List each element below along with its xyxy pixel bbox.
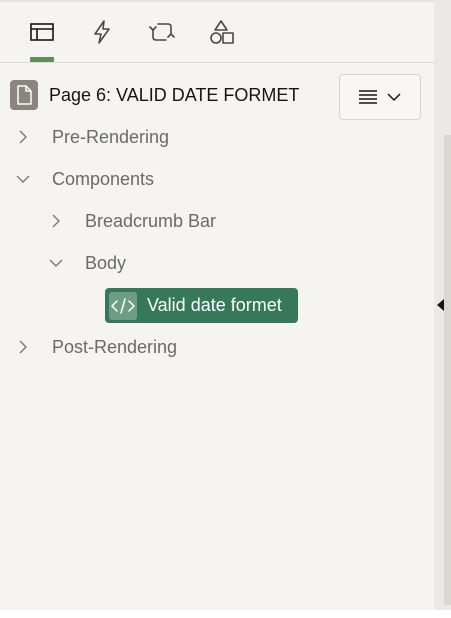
menu-lines-icon [359, 90, 377, 104]
tab-processing[interactable] [146, 16, 178, 48]
page-title: Page 6: VALID DATE FORMET [49, 84, 300, 105]
tree-node-label: Post-Rendering [52, 336, 178, 357]
tab-dynamic-actions[interactable] [86, 16, 118, 48]
chevron-down-icon[interactable] [43, 250, 69, 276]
tree-node-label: Pre-Rendering [52, 126, 170, 147]
tree-node-label: Valid date formet [147, 295, 282, 315]
bottom-edge [0, 610, 451, 618]
tree-node-pre-rendering[interactable]: Pre-Rendering [10, 122, 169, 152]
code-icon [109, 291, 137, 320]
rendering-tree-icon [30, 23, 54, 41]
page-header[interactable]: Page 6: VALID DATE FORMET [10, 80, 299, 110]
tab-rendering[interactable] [26, 16, 58, 48]
active-tab-indicator [30, 57, 54, 62]
refresh-cycle-icon [149, 23, 175, 41]
lightning-icon [94, 20, 110, 44]
tree-node-valid-date-formet[interactable]: Valid date formet [105, 288, 298, 323]
chevron-right-icon[interactable] [43, 208, 69, 234]
chevron-down-icon[interactable] [10, 166, 36, 192]
chevron-right-icon[interactable] [10, 124, 36, 150]
tab-shared-components[interactable] [206, 16, 238, 48]
collapse-arrow-icon[interactable] [437, 299, 444, 311]
chevron-down-icon [387, 93, 401, 102]
tree-node-components[interactable]: Components [10, 164, 154, 194]
tree-node-label: Breadcrumb Bar [85, 210, 217, 231]
scrollbar-thumb[interactable] [444, 135, 451, 605]
tree-node-label: Body [85, 252, 127, 273]
tree-node-breadcrumb-bar[interactable]: Breadcrumb Bar [43, 206, 216, 236]
tree-node-post-rendering[interactable]: Post-Rendering [10, 332, 177, 362]
shapes-icon [210, 20, 234, 44]
tab-bar [0, 2, 434, 63]
tree-node-label: Components [52, 168, 155, 189]
page-icon [10, 80, 38, 110]
tree-node-body[interactable]: Body [43, 248, 126, 278]
chevron-right-icon[interactable] [10, 334, 36, 360]
tree-menu-button[interactable] [339, 74, 421, 120]
